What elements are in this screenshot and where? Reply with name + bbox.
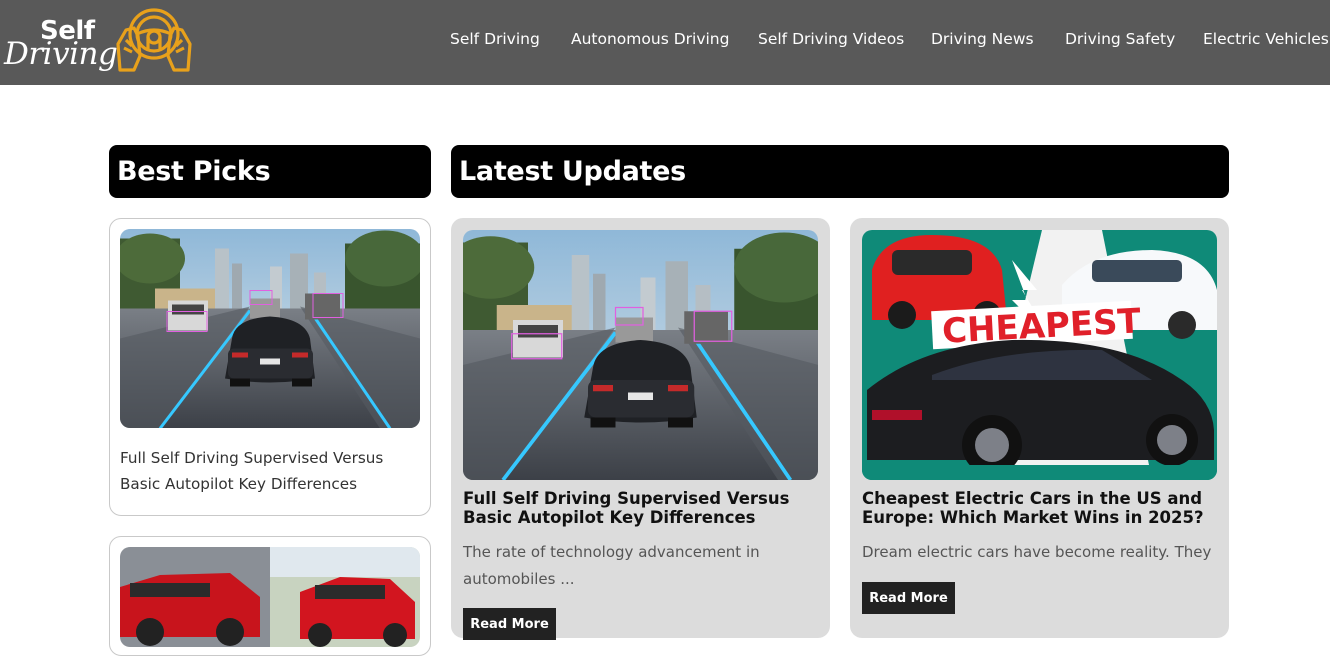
nav-item-autonomous-driving[interactable]: Autonomous Driving: [571, 30, 729, 48]
latest-update-title[interactable]: Full Self Driving Supervised Versus Basi…: [463, 489, 818, 527]
latest-update-title[interactable]: Cheapest Electric Cars in the US and Eur…: [862, 489, 1217, 527]
best-pick-card[interactable]: [109, 536, 431, 656]
site-logo[interactable]: Self Driving: [4, 6, 199, 76]
steering-wheel-hands-icon: [116, 8, 192, 72]
best-picks-heading-text: Best Picks: [117, 156, 271, 187]
best-picks-heading: Best Picks: [109, 145, 431, 198]
nav-item-self-driving[interactable]: Self Driving: [450, 30, 540, 48]
logo-text-line2: Driving: [4, 36, 118, 72]
read-more-button[interactable]: Read More: [463, 608, 556, 640]
latest-update-image[interactable]: CHEAPEST: [862, 230, 1217, 480]
highway-self-driving-car-photo: [463, 230, 818, 480]
latest-update-image[interactable]: [463, 230, 818, 480]
latest-updates-heading: Latest Updates: [451, 145, 1229, 198]
red-electric-cars-photo: [120, 547, 420, 647]
best-pick-image[interactable]: [120, 229, 420, 428]
highway-self-driving-car-photo: [120, 229, 420, 428]
nav-item-electric-vehicles[interactable]: Electric Vehicles: [1203, 30, 1329, 48]
best-pick-title[interactable]: Full Self Driving Supervised Versus Basi…: [120, 445, 420, 497]
read-more-button[interactable]: Read More: [862, 582, 955, 614]
nav-item-driving-news[interactable]: Driving News: [931, 30, 1034, 48]
latest-update-card[interactable]: CHEAPEST Cheapest Electric Cars in the U…: [850, 218, 1229, 638]
best-pick-image[interactable]: [120, 547, 420, 647]
latest-updates-heading-text: Latest Updates: [459, 156, 686, 187]
latest-update-card[interactable]: Full Self Driving Supervised Versus Basi…: [451, 218, 830, 640]
best-pick-card[interactable]: Full Self Driving Supervised Versus Basi…: [109, 218, 431, 516]
nav-item-driving-safety[interactable]: Driving Safety: [1065, 30, 1175, 48]
site-header: Self Driving Self Driving Autonomous Dri…: [0, 0, 1330, 85]
nav-item-self-driving-videos[interactable]: Self Driving Videos: [758, 30, 904, 48]
latest-update-excerpt: The rate of technology advancement in au…: [463, 543, 760, 588]
cheapest-electric-cars-banner: CHEAPEST: [862, 230, 1217, 480]
